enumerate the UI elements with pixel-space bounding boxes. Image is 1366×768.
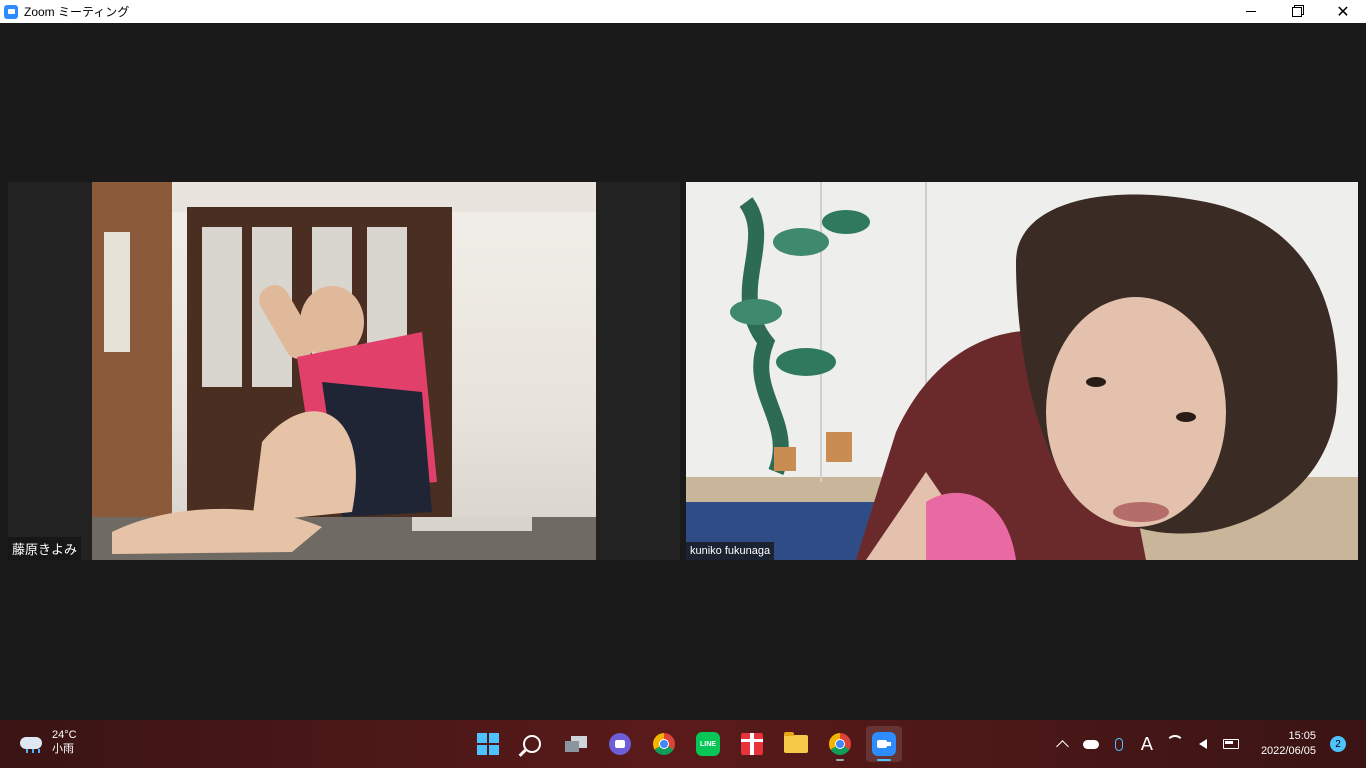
- chrome-button[interactable]: [822, 726, 858, 762]
- search-button[interactable]: [514, 726, 550, 762]
- weather-condition: 小雨: [52, 743, 74, 755]
- zoom-app-icon: [4, 4, 18, 19]
- battery-button[interactable]: [1219, 732, 1243, 756]
- chrome-button[interactable]: [646, 726, 682, 762]
- weather-widget[interactable]: 24°C 小雨: [18, 728, 77, 756]
- weather-temperature: 24°C: [52, 729, 77, 741]
- ime-button[interactable]: A: [1135, 732, 1159, 756]
- clock-time: 15:05: [1288, 730, 1316, 742]
- onedrive-button[interactable]: [1079, 732, 1103, 756]
- participant-name: 藤原きよみ: [8, 537, 82, 560]
- chat-button[interactable]: [602, 726, 638, 762]
- video-frame: [686, 182, 1358, 560]
- wifi-icon: [1165, 735, 1184, 753]
- task-view-button[interactable]: [558, 726, 594, 762]
- participant-name: kuniko fukunaga: [686, 542, 775, 560]
- file-explorer-button[interactable]: [778, 726, 814, 762]
- participant-tile[interactable]: kuniko fukunaga: [686, 182, 1358, 560]
- cloud-icon: [1082, 739, 1099, 749]
- clock-date: 2022/06/05: [1260, 745, 1316, 757]
- notification-badge[interactable]: 2: [1330, 736, 1346, 752]
- taskbar-apps: LINE: [470, 726, 910, 762]
- chrome-icon: [829, 733, 851, 755]
- microphone-button[interactable]: [1107, 732, 1131, 756]
- chevron-up-icon: [1056, 739, 1070, 753]
- gift-icon: [741, 733, 763, 755]
- chrome-icon: [653, 733, 675, 755]
- meeting-gallery: 藤原きよみ kuniko fukunaga: [0, 23, 1366, 720]
- line-icon: LINE: [696, 732, 720, 756]
- video-frame: [92, 182, 596, 560]
- taskbar: 24°C 小雨 LINE A 15:05 2022/06/05 2: [0, 720, 1366, 768]
- chat-icon: [609, 733, 631, 755]
- task-view-icon: [565, 736, 587, 752]
- window-controls: ✕: [1228, 0, 1366, 23]
- minimize-button[interactable]: [1228, 0, 1274, 23]
- microphone-icon: [1114, 737, 1123, 751]
- ime-indicator: A: [1140, 733, 1154, 755]
- show-hidden-icons-button[interactable]: [1051, 732, 1075, 756]
- clock[interactable]: 15:05 2022/06/05: [1261, 729, 1316, 759]
- speaker-icon: [1198, 739, 1207, 749]
- system-tray: A 15:05 2022/06/05 2: [1051, 720, 1366, 768]
- network-button[interactable]: [1163, 732, 1187, 756]
- search-icon: [523, 735, 541, 753]
- participant-tile[interactable]: 藤原きよみ: [8, 182, 680, 560]
- line-button[interactable]: LINE: [690, 726, 726, 762]
- close-icon: ✕: [1336, 3, 1350, 21]
- window-title: Zoom ミーティング: [24, 5, 130, 19]
- windows-icon: [477, 733, 499, 755]
- participant-video: [92, 182, 596, 560]
- running-indicator: [836, 759, 844, 761]
- active-indicator: [877, 759, 891, 761]
- volume-button[interactable]: [1191, 732, 1215, 756]
- restore-button[interactable]: [1274, 0, 1320, 23]
- start-button[interactable]: [470, 726, 506, 762]
- folder-icon: [784, 732, 808, 753]
- participant-video: [686, 182, 1358, 560]
- close-button[interactable]: ✕: [1320, 0, 1366, 23]
- gift-app-button[interactable]: [734, 726, 770, 762]
- title-bar: Zoom ミーティング ✕: [0, 0, 1366, 23]
- rain-cloud-icon: [18, 733, 44, 753]
- battery-icon: [1222, 739, 1239, 749]
- zoom-button[interactable]: [866, 726, 902, 762]
- zoom-icon: [872, 732, 896, 756]
